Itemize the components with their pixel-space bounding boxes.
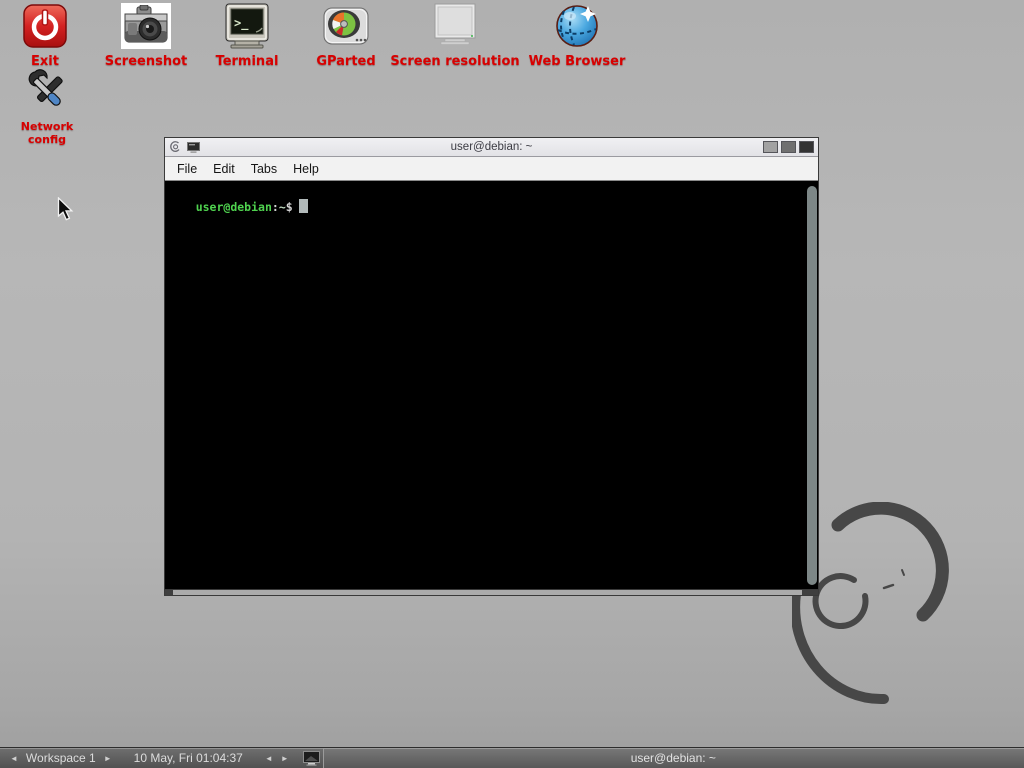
- icon-label: Network config: [2, 120, 92, 146]
- task-monitor-icon: [303, 751, 320, 766]
- maximize-button[interactable]: [781, 141, 796, 153]
- mouse-pointer-icon: [57, 197, 75, 223]
- icon-label: Web Browser: [519, 54, 635, 69]
- terminal-cursor: [299, 199, 308, 213]
- resize-grip-left[interactable]: [165, 590, 173, 595]
- task-button-terminal[interactable]: user@debian: ~: [323, 748, 1024, 768]
- menu-edit[interactable]: Edit: [205, 160, 243, 178]
- window-next-arrow[interactable]: ►: [277, 754, 293, 763]
- terminal-output-area[interactable]: user@debian:~$: [165, 181, 818, 589]
- menu-tabs[interactable]: Tabs: [243, 160, 285, 178]
- workspace-next-arrow[interactable]: ►: [100, 754, 116, 763]
- disk-partition-icon: [322, 4, 370, 48]
- resize-grip-right[interactable]: [802, 590, 818, 595]
- window-title: user@debian: ~: [165, 141, 818, 153]
- desktop-icon-terminal[interactable]: >_ Terminal: [195, 2, 299, 69]
- desktop-icon-web-browser[interactable]: Web Browser: [519, 2, 635, 69]
- debian-swirl-icon: [169, 140, 182, 154]
- icon-label: GParted: [296, 54, 396, 69]
- terminal-window: user@debian: ~ File Edit Tabs Help user@…: [164, 137, 819, 596]
- window-bottom-handle[interactable]: [165, 589, 818, 595]
- prompt-symbol: $: [286, 200, 293, 214]
- crossed-tools-icon: [22, 67, 72, 117]
- menu-help[interactable]: Help: [285, 160, 327, 178]
- close-button[interactable]: [799, 141, 814, 153]
- minimize-button[interactable]: [763, 141, 778, 153]
- taskbar: ◄ Workspace 1 ► 10 May, Fri 01:04:37 ◄ ►…: [0, 747, 1024, 768]
- display-icon: [431, 3, 479, 49]
- desktop-icon-network-config[interactable]: Network config: [2, 68, 92, 146]
- prompt-colon: :: [272, 200, 279, 214]
- terminal-mini-icon: [187, 142, 200, 153]
- prompt-path: ~: [279, 200, 286, 214]
- desktop-icon-gparted[interactable]: GParted: [296, 2, 396, 69]
- workspace-prev-arrow[interactable]: ◄: [6, 754, 22, 763]
- desktop-icon-exit[interactable]: Exit: [13, 2, 77, 69]
- menu-file[interactable]: File: [169, 160, 205, 178]
- icon-label: Terminal: [195, 54, 299, 69]
- icon-label: Screen resolution: [386, 54, 524, 69]
- icon-label: Screenshot: [94, 54, 198, 69]
- window-titlebar[interactable]: user@debian: ~: [165, 138, 818, 157]
- terminal-scrollbar-thumb[interactable]: [807, 186, 817, 585]
- window-prev-arrow[interactable]: ◄: [261, 754, 277, 763]
- desktop-icon-screen-resolution[interactable]: Screen resolution: [386, 2, 524, 69]
- task-button-title: user@debian: ~: [631, 751, 716, 765]
- power-icon: [23, 4, 67, 48]
- prompt-user-host: user@debian: [196, 200, 272, 214]
- taskbar-clock: 10 May, Fri 01:04:37: [130, 751, 247, 765]
- globe-icon: [554, 3, 600, 49]
- svg-text:>_: >_: [234, 16, 249, 31]
- desktop-icon-screenshot[interactable]: Screenshot: [94, 2, 198, 69]
- debian-swirl-watermark: [792, 502, 972, 707]
- workspace-label: Workspace 1: [22, 751, 100, 765]
- camera-icon: [123, 5, 169, 47]
- window-menubar: File Edit Tabs Help: [165, 157, 818, 181]
- crt-monitor-icon: >_: [223, 3, 271, 49]
